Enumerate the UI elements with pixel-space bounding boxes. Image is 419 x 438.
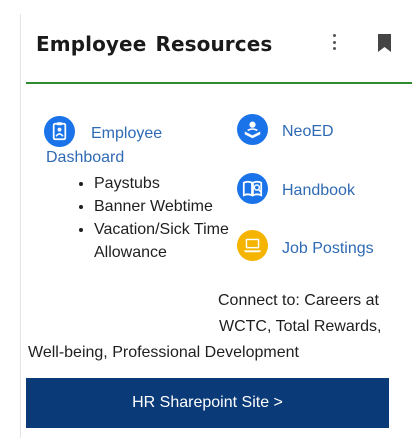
employee-dashboard-link[interactable]: Employee Dashboard: [46, 122, 206, 170]
book-icon: [237, 173, 268, 204]
hr-sharepoint-button[interactable]: HR Sharepoint Site >: [26, 378, 389, 428]
neoed-link[interactable]: NeoED: [282, 123, 334, 141]
dashboard-items-list: Paystubs Banner Webtime Vacation/Sick Ti…: [76, 172, 234, 264]
connect-line-3: Well-being, Professional Development: [28, 344, 299, 361]
laptop-icon: [237, 230, 268, 261]
panel-border: [20, 14, 21, 438]
bookmark-icon[interactable]: [378, 34, 391, 52]
connect-line-1: Connect to: Careers at: [218, 292, 379, 309]
connect-line-2: WCTC, Total Rewards,: [219, 318, 382, 335]
handbook-link[interactable]: Handbook: [282, 182, 355, 200]
more-vertical-icon[interactable]: [329, 34, 339, 50]
panel-title: Employee Resources: [36, 32, 273, 56]
panel-header: Employee Resources: [36, 24, 398, 66]
connect-text: Connect to: Careers at WCTC, Total Rewar…: [28, 288, 408, 366]
header-divider: [26, 82, 412, 84]
learning-icon: [237, 114, 268, 145]
list-item: Vacation/Sick Time Allowance: [94, 218, 234, 264]
list-item: Paystubs: [94, 172, 234, 195]
job-postings-link[interactable]: Job Postings: [282, 240, 374, 258]
list-item: Banner Webtime: [94, 195, 234, 218]
